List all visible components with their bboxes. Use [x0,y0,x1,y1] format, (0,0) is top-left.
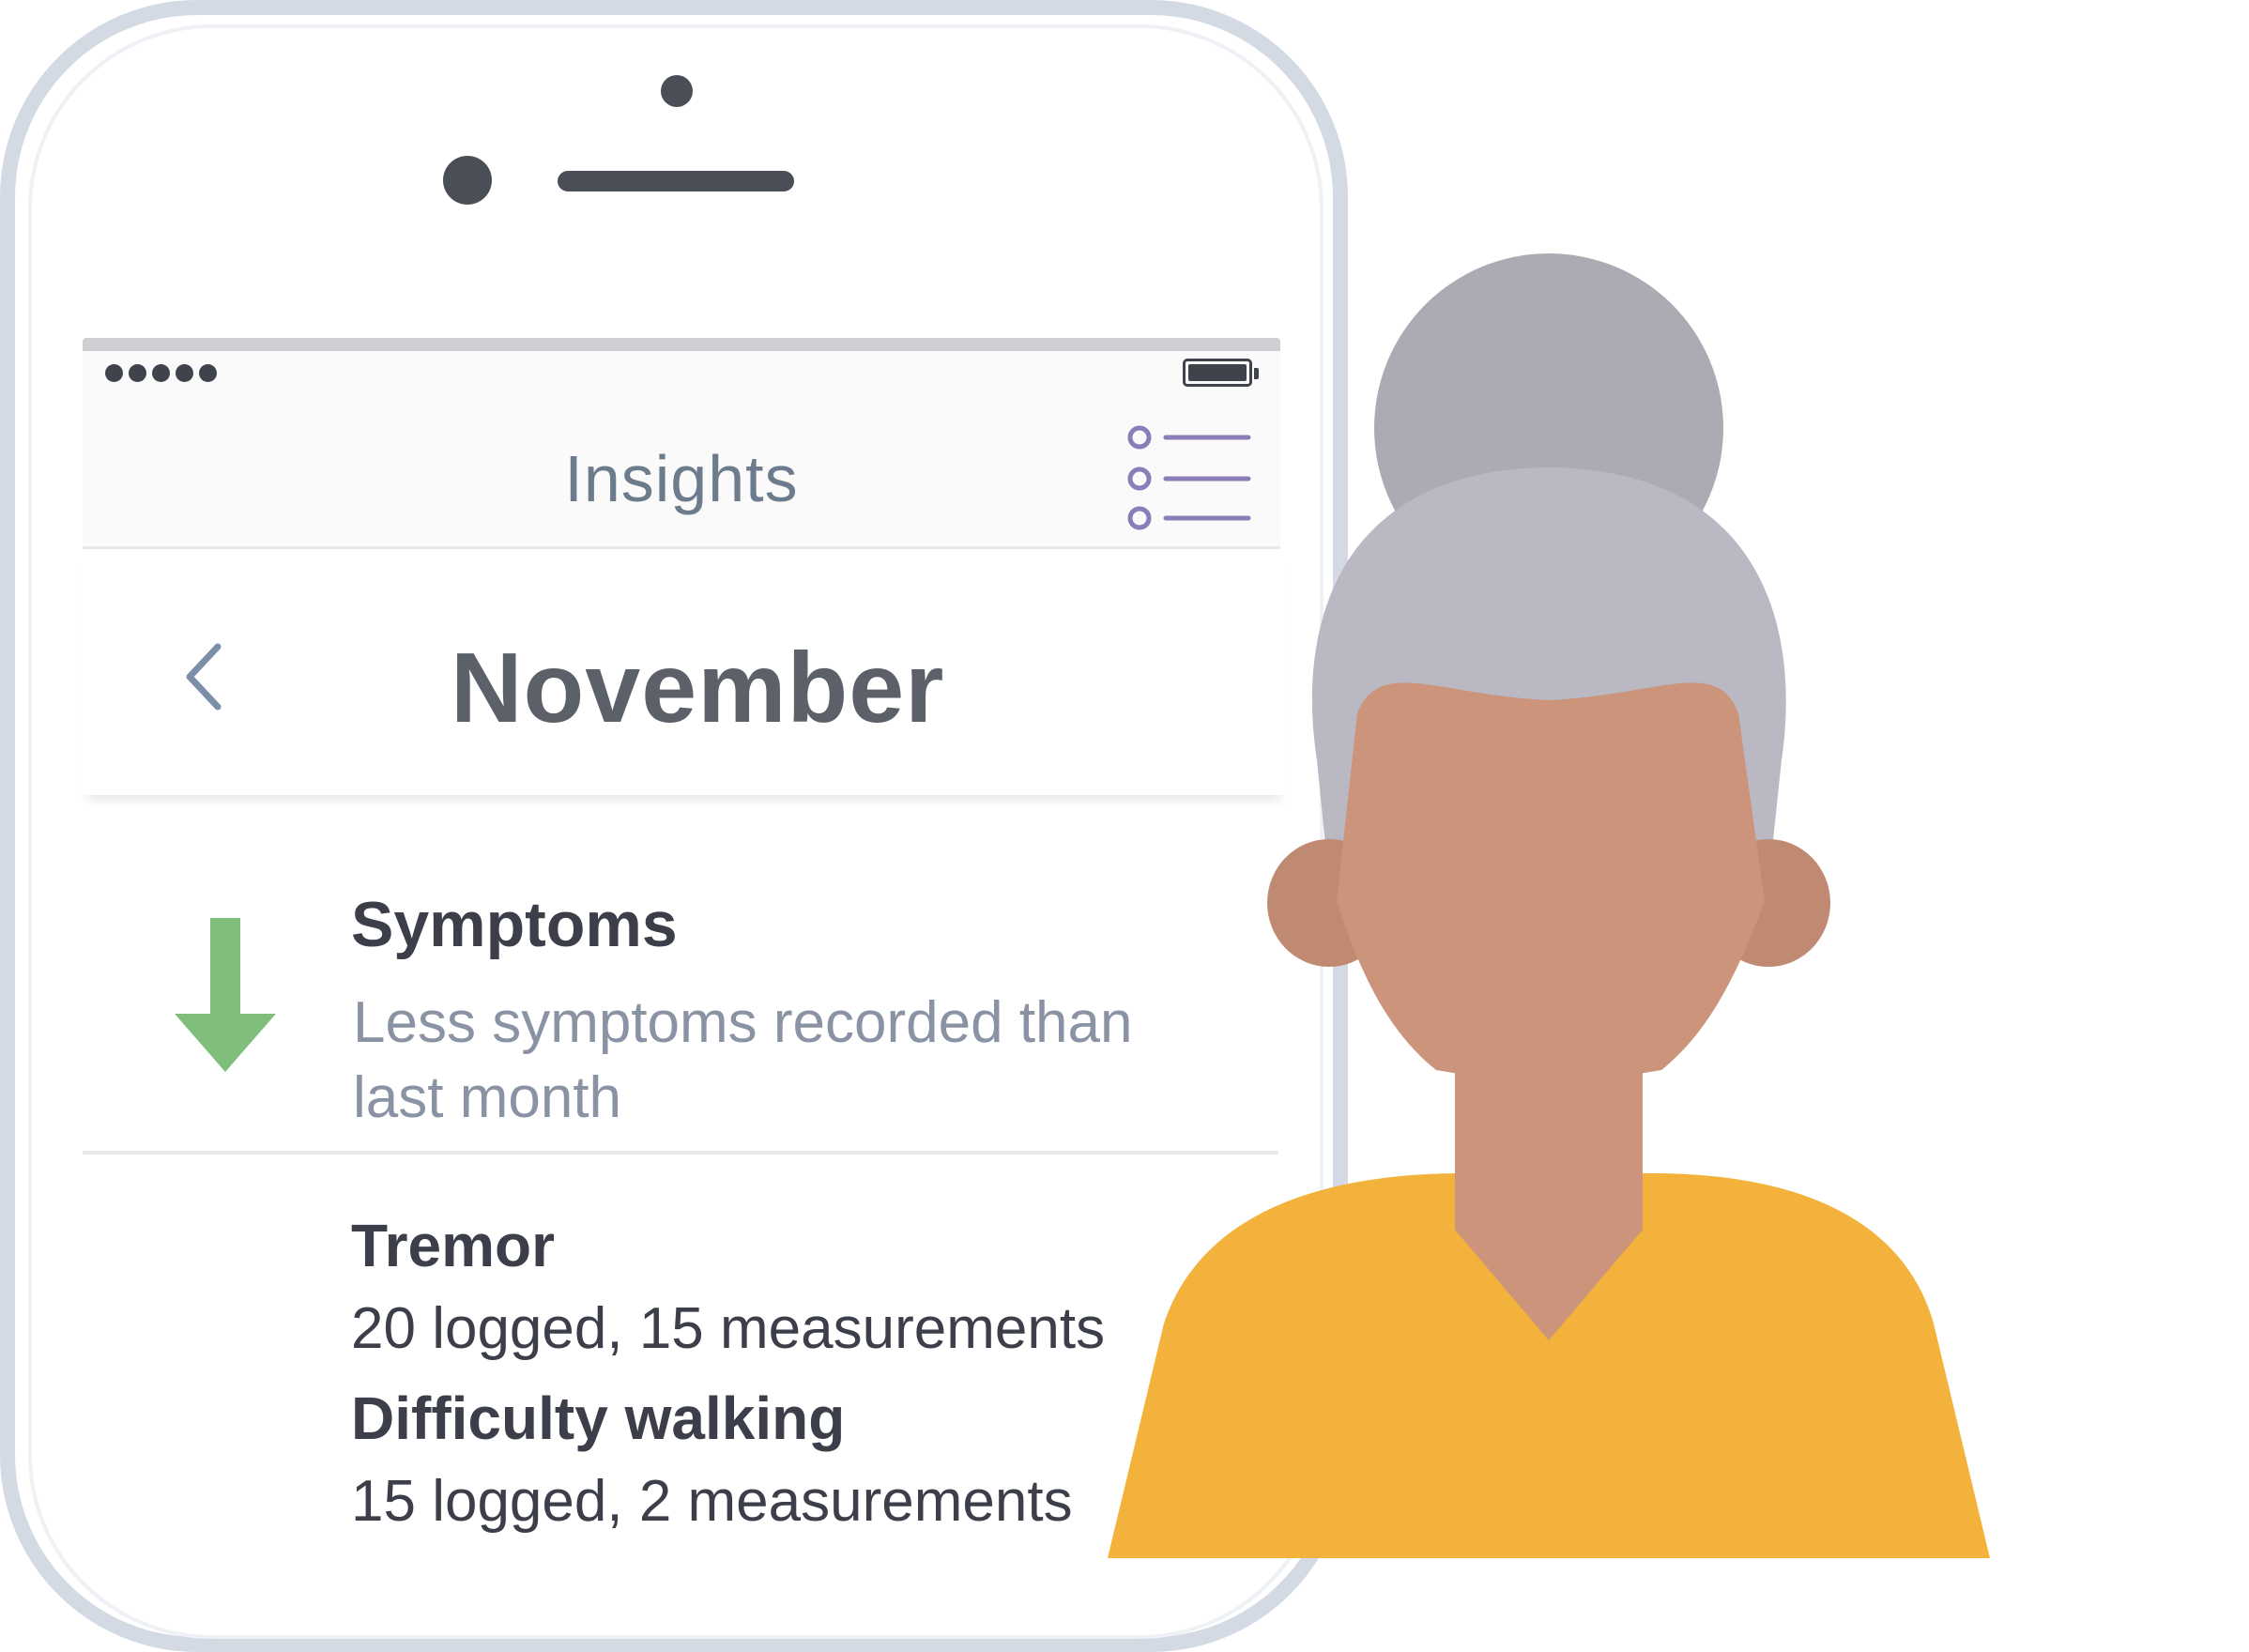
symptom-name: Tremor [351,1212,555,1279]
symptom-name: Difficulty walking [351,1384,846,1452]
front-camera-icon [443,156,492,205]
summary-subtitle: Less symptoms recorded than last month [353,990,1133,1130]
arrow-down-icon [175,918,276,1072]
phone-side-button [0,351,11,464]
symptom-detail: 20 logged, 15 measurements [351,1296,1106,1361]
month-header: November [83,549,1286,795]
symptom-detail: 15 logged, 2 measurements [351,1469,1073,1534]
camera-icon [661,75,693,107]
screen-top-edge [83,338,1280,351]
avatar-illustration [1108,253,1990,1558]
summary-title: Symptoms [351,889,678,960]
chevron-left-icon[interactable] [180,639,233,714]
earpiece-speaker [558,171,794,191]
page-title: November [451,633,945,743]
nav-title: Insights [564,442,799,515]
signal-strength-icon [105,364,217,382]
navigation-bar: Insights [83,396,1280,549]
status-bar [83,351,1280,396]
avatar-face [1337,682,1765,1089]
phone-volume-up-button [0,591,11,794]
divider [83,1151,1278,1155]
phone-volume-down-button [0,843,11,1046]
